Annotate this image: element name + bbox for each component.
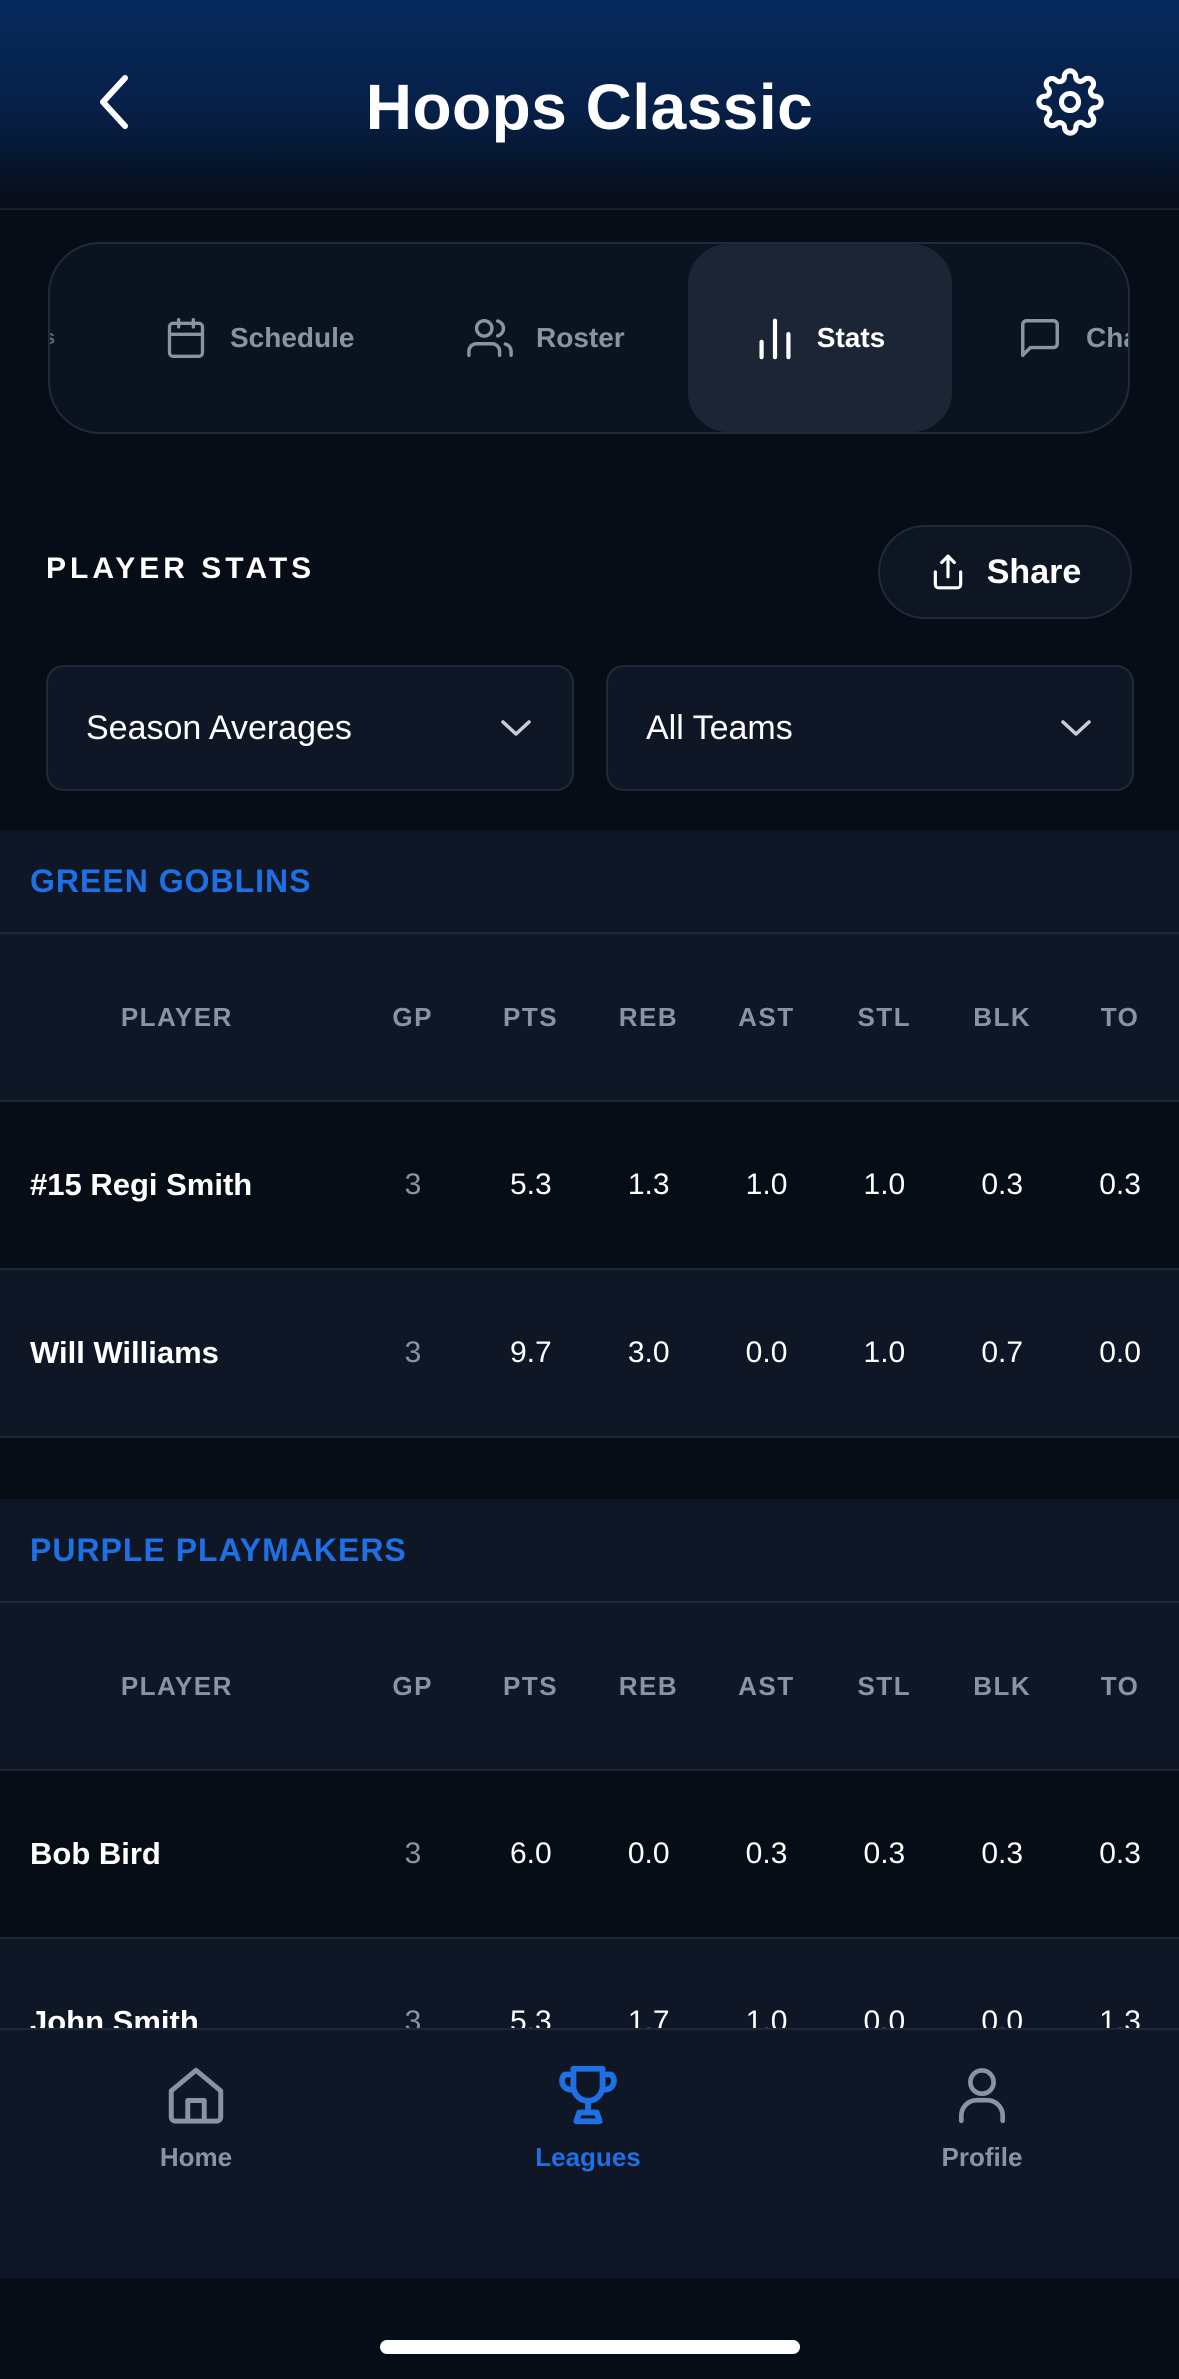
- column-header: BLK: [973, 1001, 1032, 1032]
- period-select-value: Season Averages: [86, 708, 352, 747]
- period-select[interactable]: Season Averages: [46, 665, 574, 791]
- stat-pts: 5.3: [509, 1168, 552, 1201]
- column-header: GP: [392, 1001, 433, 1032]
- nav-label: Home: [159, 2142, 233, 2172]
- tab-label: Stats: [816, 322, 886, 353]
- player-name: Will Williams: [30, 1335, 219, 1370]
- stat-to: 0.3: [1099, 1837, 1141, 1870]
- tab-label: Cha: [1086, 322, 1128, 353]
- nav-profile[interactable]: Profile: [872, 2060, 1092, 2173]
- column-header: GP: [392, 1670, 433, 1701]
- column-header: TO: [1100, 1001, 1140, 1032]
- column-header: REB: [618, 1670, 679, 1701]
- home-indicator-area: [0, 2278, 1179, 2379]
- column-header: PTS: [503, 1001, 559, 1032]
- nav-home[interactable]: Home: [86, 2060, 306, 2173]
- nav-leagues[interactable]: Leagues: [478, 2060, 698, 2173]
- tab-label: Schedule: [230, 322, 355, 353]
- settings-button[interactable]: [1030, 62, 1110, 142]
- chevron-down-icon: [1061, 720, 1091, 736]
- team-name: PURPLE PLAYMAKERS: [0, 1499, 1179, 1603]
- stat-pts: 6.0: [509, 1837, 552, 1870]
- column-header: AST: [738, 1001, 795, 1032]
- stat-ast: 0.0: [745, 1336, 788, 1369]
- stat-to: 0.0: [1099, 1336, 1141, 1369]
- stat-blk: 0.3: [981, 1837, 1024, 1870]
- stat-ast: 1.0: [745, 1168, 788, 1201]
- stat-gp: 3: [404, 1168, 422, 1201]
- team-name: GREEN GOBLINS: [0, 830, 1179, 934]
- gear-icon: [1036, 68, 1104, 136]
- share-label: Share: [986, 552, 1082, 591]
- bar-chart-icon: [759, 318, 791, 360]
- nav-label: Leagues: [535, 2142, 641, 2172]
- tab-bar: s Schedule Roster Stats Cha: [48, 242, 1130, 434]
- table-row[interactable]: #15 Regi Smith 3 5.3 1.3 1.0 1.0 0.3 0.3: [0, 1102, 1179, 1270]
- team-stats-table: GREEN GOBLINS PLAYER GP PTS REB AST STL …: [0, 830, 1179, 1438]
- tab-chat[interactable]: Cha: [1016, 244, 1128, 432]
- profile-icon: [959, 2068, 1005, 2124]
- column-header: AST: [738, 1670, 795, 1701]
- column-header: STL: [857, 1670, 912, 1701]
- stat-reb: 1.3: [627, 1168, 670, 1201]
- column-header: PLAYER: [120, 1001, 233, 1032]
- table-row[interactable]: Bob Bird 3 6.0 0.0 0.3 0.3 0.3 0.3: [0, 1771, 1179, 1939]
- share-icon: [933, 554, 962, 590]
- home-indicator[interactable]: [380, 2340, 800, 2354]
- calendar-icon: [167, 318, 205, 358]
- stat-blk: 0.7: [981, 1336, 1024, 1369]
- trophy-icon: [559, 2065, 617, 2125]
- home-icon: [168, 2067, 224, 2124]
- column-header: STL: [857, 1001, 912, 1032]
- tab-stats[interactable]: Stats: [688, 244, 952, 432]
- stat-reb: 3.0: [627, 1336, 670, 1369]
- app-header: Hoops Classic: [0, 0, 1179, 210]
- stat-stl: 0.3: [863, 1837, 906, 1870]
- stat-reb: 0.0: [627, 1837, 670, 1870]
- table-header-row: PLAYER GP PTS REB AST STL BLK TO: [0, 1603, 1179, 1771]
- page-title: Hoops Classic: [365, 71, 814, 143]
- chevron-down-icon: [501, 720, 531, 736]
- stat-stl: 1.0: [863, 1336, 906, 1369]
- stat-pts: 9.7: [509, 1336, 552, 1369]
- table-row[interactable]: Will Williams 3 9.7 3.0 0.0 1.0 0.7 0.0: [0, 1270, 1179, 1438]
- stat-gp: 3: [404, 1336, 422, 1369]
- column-header: TO: [1100, 1670, 1140, 1701]
- stat-to: 0.3: [1099, 1168, 1141, 1201]
- stat-ast: 0.3: [745, 1837, 788, 1870]
- tab-label: Roster: [536, 322, 625, 353]
- nav-label: Profile: [941, 2142, 1023, 2172]
- table-header-row: PLAYER GP PTS REB AST STL BLK TO: [0, 934, 1179, 1102]
- team-select-value: All Teams: [646, 708, 793, 747]
- column-header: REB: [618, 1001, 679, 1032]
- stat-stl: 1.0: [863, 1168, 906, 1201]
- tab-label: s: [50, 327, 55, 350]
- tab-schedule[interactable]: Schedule: [164, 244, 354, 432]
- stat-gp: 3: [404, 1837, 422, 1870]
- column-header: BLK: [973, 1670, 1032, 1701]
- bottom-nav: Home Leagues Profile: [0, 2028, 1179, 2278]
- stat-blk: 0.3: [981, 1168, 1024, 1201]
- users-icon: [467, 319, 513, 357]
- team-stats-table: PURPLE PLAYMAKERS PLAYER GP PTS REB AST …: [0, 1499, 1179, 2107]
- player-name: #15 Regi Smith: [30, 1167, 253, 1202]
- column-header: PLAYER: [120, 1670, 233, 1701]
- tab-partial[interactable]: s: [50, 244, 55, 432]
- team-select[interactable]: All Teams: [606, 665, 1134, 791]
- column-header: PTS: [503, 1670, 559, 1701]
- share-button[interactable]: Share: [878, 525, 1132, 619]
- tab-roster[interactable]: Roster: [466, 244, 625, 432]
- chat-icon: [1021, 319, 1059, 357]
- player-name: Bob Bird: [30, 1836, 161, 1871]
- section-title: PLAYER STATS: [46, 552, 316, 585]
